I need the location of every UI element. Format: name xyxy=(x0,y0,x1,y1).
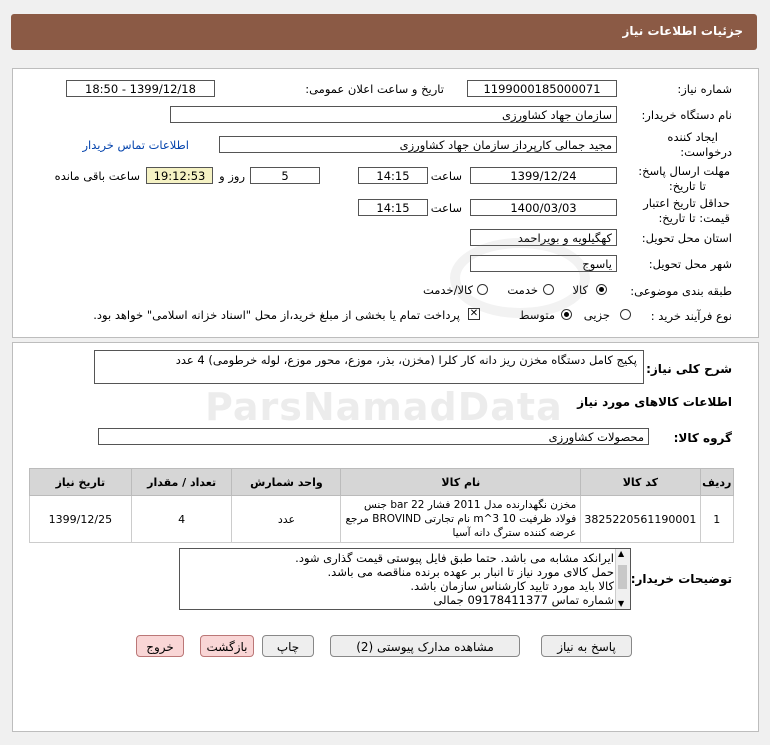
cell-unit: عدد xyxy=(231,495,342,543)
price-validity-time-field: 14:15 xyxy=(358,199,428,216)
col-unit: واحد شمارش xyxy=(231,468,342,496)
goods-section-title: اطلاعات کالاهای مورد نیاز xyxy=(577,395,732,409)
cell-date: 1399/12/25 xyxy=(29,495,132,543)
print-button[interactable]: چاپ xyxy=(262,635,314,657)
back-button[interactable]: بازگشت xyxy=(200,635,254,657)
city-label: شهر محل تحویل: xyxy=(648,257,732,271)
scroll-down-icon[interactable]: ▼ xyxy=(618,600,624,608)
scroll-thumb[interactable] xyxy=(618,565,627,589)
process-medium-radio[interactable] xyxy=(561,309,572,320)
process-minor-radio[interactable] xyxy=(620,309,631,320)
need-number-label: شماره نیاز: xyxy=(677,82,732,96)
days-label: روز و xyxy=(219,169,245,183)
page-title-bar: جزئیات اطلاعات نیاز xyxy=(11,14,757,50)
buyer-notes-label: توضیحات خریدار: xyxy=(630,572,732,586)
category-goods-radio[interactable] xyxy=(596,284,607,295)
watermark-logo-icon xyxy=(450,238,590,318)
treasury-payment-note: پرداخت تمام یا بخشی از مبلغ خرید،از محل … xyxy=(93,308,460,322)
reply-date-field: 1399/12/24 xyxy=(470,167,617,184)
buyer-note-line: شماره تماس 09178411377 جمالی xyxy=(433,593,614,607)
process-minor-label: جزیی xyxy=(583,308,610,322)
col-index: ردیف xyxy=(699,468,735,496)
creator-field: مجید جمالی کارپرداز سازمان جهاد کشاورزی xyxy=(219,136,617,153)
description-text: پکیج کامل دستگاه مخزن ریز دانه کار کلرا … xyxy=(175,353,637,367)
buyer-contact-link[interactable]: اطلاعات تماس خریدار xyxy=(82,138,189,152)
price-validity-date-field: 1400/03/03 xyxy=(470,199,617,216)
creator-label-line1: ایجاد کننده xyxy=(667,130,718,144)
notes-scrollbar[interactable]: ▲ ▼ xyxy=(615,549,630,609)
goods-group-field: محصولات کشاورزی xyxy=(98,428,649,445)
col-code: کد کالا xyxy=(580,468,701,496)
goods-table-header: ردیف کد کالا نام کالا واحد شمارش تعداد /… xyxy=(29,468,735,496)
buyer-note-line: ایرانکد مشابه می باشد. حتما طبق فایل پیو… xyxy=(295,551,614,565)
category-label: طبقه بندی موضوعی: xyxy=(630,284,732,298)
reply-time-field: 14:15 xyxy=(358,167,428,184)
process-type-label: نوع فرآیند خرید : xyxy=(650,309,732,323)
col-name: نام کالا xyxy=(340,468,582,496)
table-row: 1 3825220561190001 مخزن نگهدارنده مدل 20… xyxy=(29,495,735,543)
page-title: جزئیات اطلاعات نیاز xyxy=(622,24,743,38)
price-validity-label-line2: قیمت: تا تاریخ: xyxy=(658,211,730,225)
remaining-time-field: 19:12:53 xyxy=(146,167,213,184)
description-field: پکیج کامل دستگاه مخزن ریز دانه کار کلرا … xyxy=(94,350,644,384)
reply-deadline-label-line2: تا تاریخ: xyxy=(668,179,706,193)
need-number-field: 1199000185000071 xyxy=(467,80,617,97)
announce-datetime-field: 1399/12/18 - 18:50 xyxy=(66,80,215,97)
buyer-notes-text: ایرانکد مشابه می باشد. حتما طبق فایل پیو… xyxy=(184,551,614,607)
creator-label-line2: درخواست: xyxy=(680,145,732,159)
days-remaining-field: 5 xyxy=(250,167,320,184)
cell-code: 3825220561190001 xyxy=(580,495,701,543)
price-validity-time-label: ساعت xyxy=(430,201,462,215)
scroll-up-icon[interactable]: ▲ xyxy=(618,550,624,558)
goods-group-label: گروه کالا: xyxy=(673,431,732,445)
buyer-note-line: کالا باید مورد تایید کارشناس سازمان باشد… xyxy=(410,579,614,593)
cell-name: مخزن نگهدارنده مدل 2011 فشار bar 22 جنس … xyxy=(340,495,582,543)
watermark-brand: ParsNamadData xyxy=(205,385,563,429)
attachments-button[interactable]: مشاهده مدارک پیوستی (2) xyxy=(330,635,520,657)
col-qty: تعداد / مقدار xyxy=(130,468,233,496)
cell-qty: 4 xyxy=(130,495,233,543)
reply-time-label: ساعت xyxy=(430,169,462,183)
col-date: تاریخ نیاز xyxy=(29,468,132,496)
remaining-time-label: ساعت باقی مانده xyxy=(54,169,140,183)
buyer-notes-box[interactable]: ایرانکد مشابه می باشد. حتما طبق فایل پیو… xyxy=(179,548,631,610)
announce-label: تاریخ و ساعت اعلان عمومی: xyxy=(305,82,444,96)
reply-button[interactable]: پاسخ به نیاز xyxy=(541,635,632,657)
province-label: استان محل تحویل: xyxy=(641,231,732,245)
exit-button[interactable]: خروج xyxy=(136,635,184,657)
reply-deadline-label-line1: مهلت ارسال پاسخ: xyxy=(638,164,730,178)
goods-table: ردیف کد کالا نام کالا واحد شمارش تعداد /… xyxy=(29,468,735,543)
cell-index: 1 xyxy=(699,495,735,543)
buyer-note-line: حمل کالای مورد نیاز تا انبار بر عهده برن… xyxy=(327,565,614,579)
price-validity-label-line1: حداقل تاریخ اعتبار xyxy=(643,196,730,210)
buyer-org-label: نام دستگاه خریدار: xyxy=(641,108,732,122)
buyer-org-field: سازمان جهاد کشاورزی xyxy=(170,106,617,123)
description-label: شرح کلی نیاز: xyxy=(646,362,732,376)
